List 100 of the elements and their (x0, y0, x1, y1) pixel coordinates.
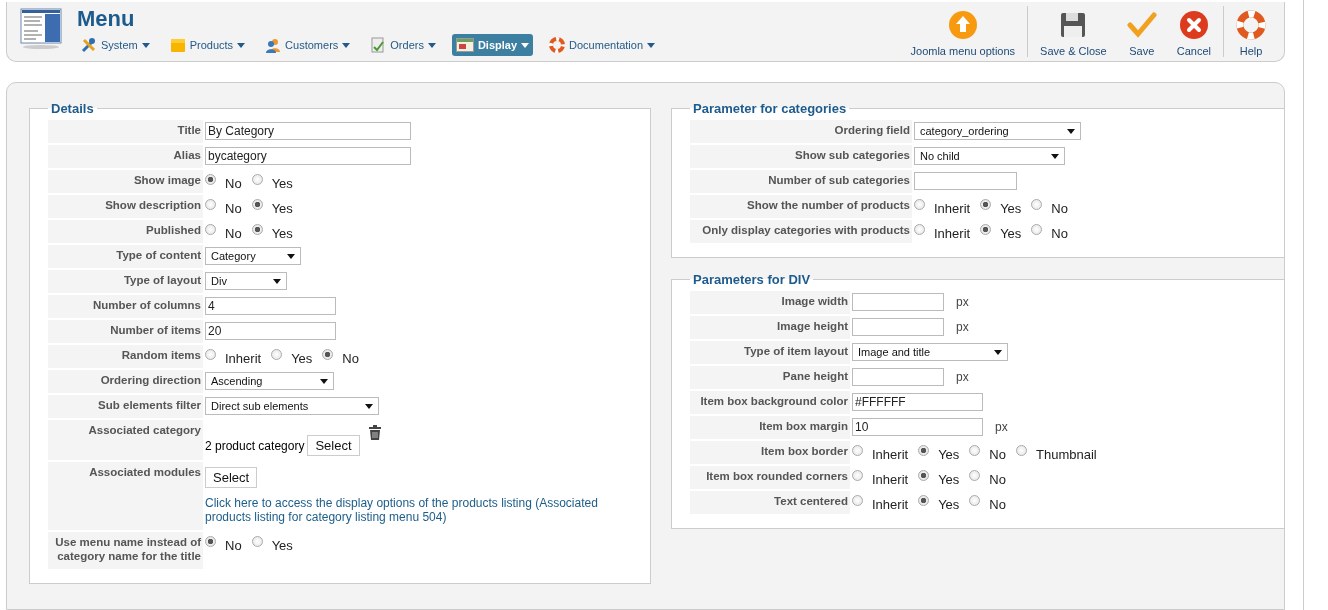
field-label: Published (48, 220, 203, 243)
checkmark-icon (1126, 11, 1157, 39)
caret-icon (365, 403, 373, 409)
menu-item[interactable]: Customers (261, 34, 355, 56)
field-label: Show description (48, 195, 203, 218)
radio-label: Yes (271, 538, 293, 553)
radio-button[interactable] (918, 445, 930, 456)
radio-label: Thumbnail (1036, 447, 1097, 462)
cancel-icon (1178, 10, 1209, 40)
radio-button[interactable] (914, 224, 925, 235)
toolbar-button[interactable]: Cancel (1166, 6, 1221, 57)
radio-button[interactable] (969, 445, 981, 456)
radio-button[interactable] (205, 349, 216, 360)
radio-button[interactable] (1031, 224, 1043, 235)
radio-button[interactable] (251, 199, 263, 210)
radio-label: Yes (938, 447, 960, 462)
field-label: Type of item layout (690, 341, 850, 364)
radio-label: Yes (271, 226, 293, 241)
radio-button[interactable] (271, 349, 283, 360)
field-label: Associated category (48, 420, 203, 460)
field-label: Pane height (690, 366, 850, 389)
field-label: Only display categories with products (690, 220, 912, 243)
toolbar-button[interactable]: Save (1116, 6, 1167, 57)
dropdown[interactable]: category_ordering (914, 122, 1081, 140)
radio-button[interactable] (969, 470, 981, 481)
caret-icon (287, 253, 295, 259)
radio-button[interactable] (205, 199, 216, 210)
text-field[interactable] (852, 293, 944, 311)
radio-label: No (225, 201, 242, 216)
radio-button[interactable] (852, 470, 863, 481)
dropdown[interactable]: No child (914, 147, 1065, 165)
text-field[interactable]: 4 (205, 297, 336, 315)
radio-label: Yes (938, 472, 960, 487)
text-field[interactable] (852, 318, 944, 336)
radio-button[interactable] (914, 199, 925, 210)
radio-label: No (989, 497, 1006, 512)
caret-icon (237, 42, 246, 48)
dropdown[interactable]: Direct sub elements (205, 397, 379, 415)
radio-button[interactable] (918, 495, 930, 506)
toolbar-button[interactable]: Help (1226, 6, 1276, 57)
display-options-link[interactable]: Click here to access the display options of the products listing (Associated products listing for category listing menu 504) (205, 496, 632, 524)
radio-button[interactable] (969, 495, 981, 506)
menu-item[interactable]: Orders (366, 34, 440, 56)
caret-icon (647, 42, 656, 48)
field-label: Associated modules (48, 462, 203, 530)
radio-button[interactable] (322, 349, 334, 360)
unit-label: px (956, 370, 969, 384)
field-label: Show the number of products (690, 195, 912, 218)
dropdown[interactable]: Ascending (205, 372, 334, 390)
radio-button[interactable] (918, 470, 930, 481)
radio-button[interactable] (251, 224, 263, 235)
radio-button[interactable] (852, 495, 863, 506)
menu-item[interactable]: System (77, 34, 154, 56)
menu-item[interactable]: Documentation (545, 34, 660, 56)
text-field[interactable] (852, 368, 944, 386)
field-label: Type of content (48, 245, 203, 268)
dropdown[interactable]: Category (205, 247, 301, 265)
menu-item[interactable]: Products (165, 34, 250, 56)
field-label: Item box margin (690, 416, 850, 439)
radio-button[interactable] (980, 199, 992, 210)
field-label: Item box background color (690, 391, 850, 414)
radio-button[interactable] (980, 224, 992, 235)
text-field[interactable]: #FFFFFF (852, 393, 983, 411)
trash-icon[interactable] (368, 425, 381, 440)
select-button[interactable]: Select (205, 467, 258, 488)
lifebuoy-icon (549, 37, 566, 53)
radio-button[interactable] (205, 174, 216, 185)
dropdown[interactable]: Div (205, 272, 287, 290)
text-field[interactable]: bycategory (205, 147, 411, 165)
field-label: Number of items (48, 320, 203, 343)
lifebuoy-icon (1236, 10, 1266, 40)
radio-label: Yes (938, 497, 960, 512)
radio-button[interactable] (852, 445, 863, 456)
users-icon (265, 37, 282, 53)
unit-label: px (956, 295, 969, 309)
text-field[interactable]: 20 (205, 322, 336, 340)
menu-screen-logo (19, 6, 63, 50)
radio-button[interactable] (1031, 199, 1043, 210)
radio-button[interactable] (205, 536, 216, 547)
radio-label: No (225, 226, 242, 241)
unit-label: px (995, 420, 1008, 434)
toolbar-button[interactable]: Save & Close (1030, 6, 1117, 57)
radio-button[interactable] (1016, 445, 1027, 456)
dropdown[interactable]: Image and title (852, 343, 1008, 361)
text-field[interactable]: By Category (205, 122, 411, 140)
radio-label: No (225, 538, 242, 553)
caret-icon (320, 378, 328, 384)
field-label: Ordering field (690, 120, 912, 143)
toolbar-button[interactable]: Joomla menu options (900, 6, 1026, 57)
field-label: Image height (690, 316, 850, 339)
radio-button[interactable] (251, 174, 263, 185)
text-field[interactable] (914, 172, 1017, 190)
radio-button[interactable] (251, 536, 263, 547)
text-field[interactable]: 10 (852, 418, 983, 436)
field-label: Type of layout (48, 270, 203, 293)
radio-button[interactable] (205, 224, 216, 235)
folder-icon (169, 37, 186, 53)
menu-item[interactable]: Display (451, 34, 534, 56)
select-button[interactable]: Select (307, 435, 360, 456)
caret-icon (1051, 153, 1059, 159)
